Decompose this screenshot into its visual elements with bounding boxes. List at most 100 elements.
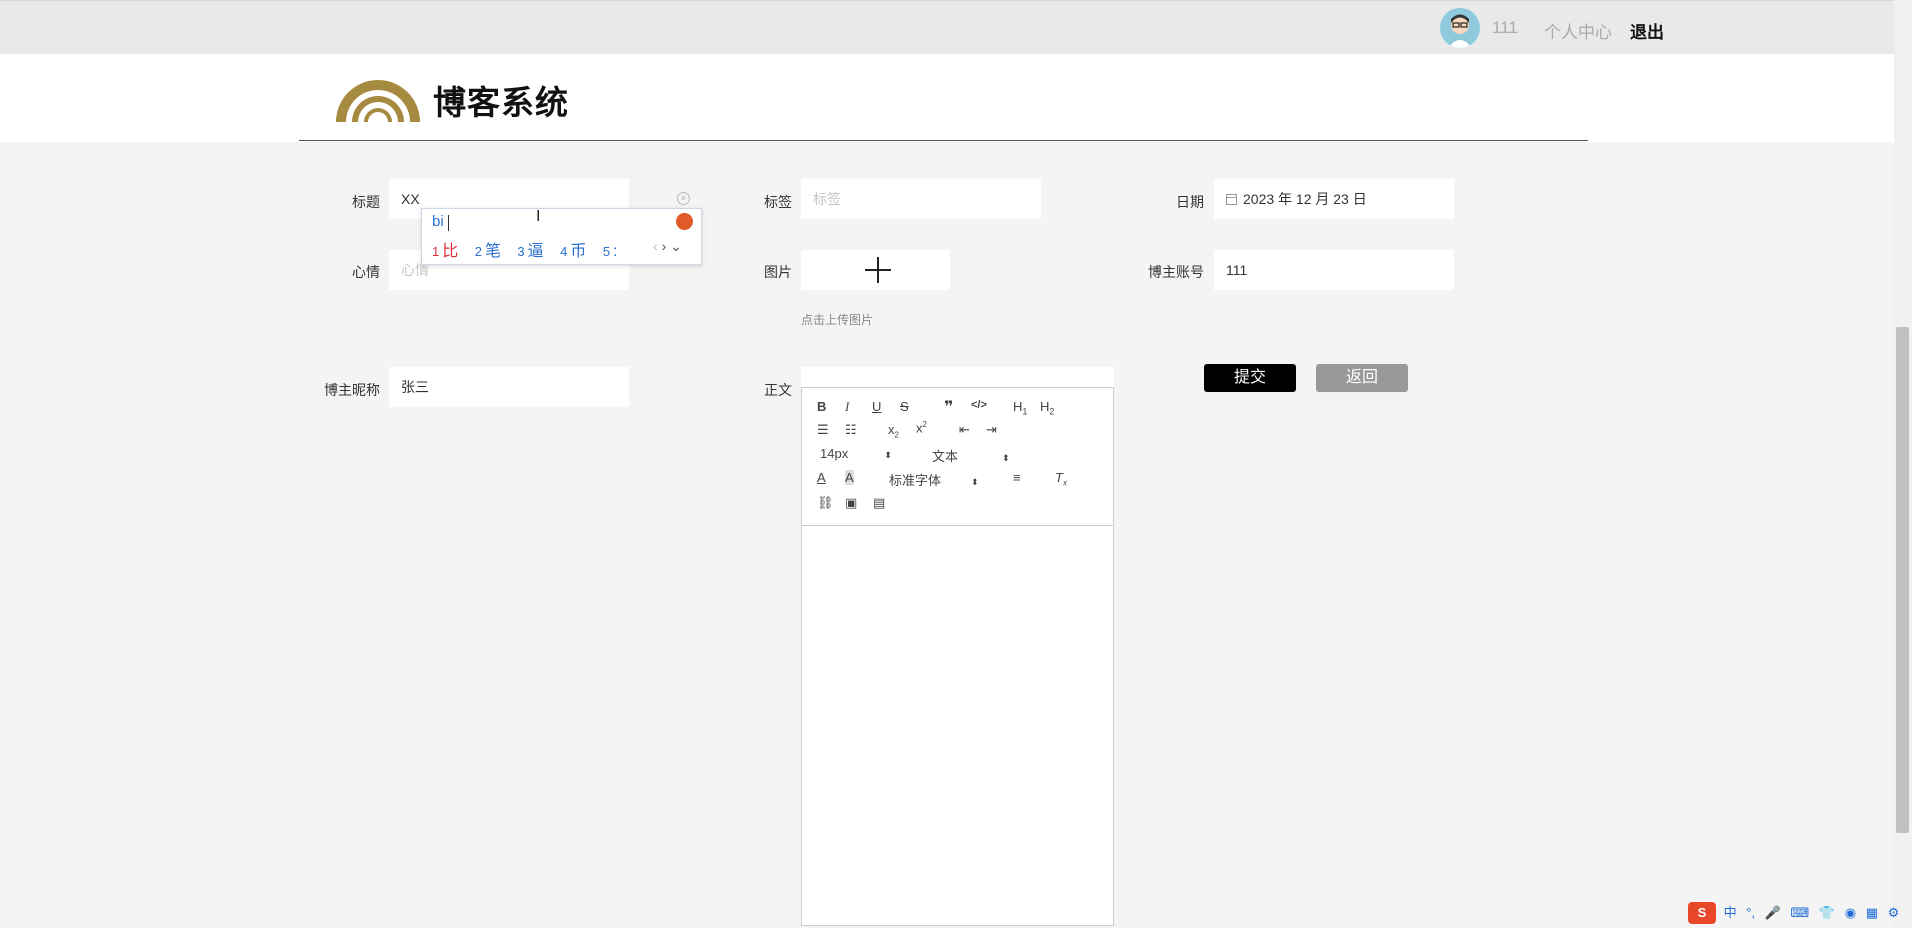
bold-icon[interactable]: B — [817, 399, 826, 414]
upload-hint: 点击上传图片 — [801, 313, 874, 327]
logout-link[interactable]: 退出 — [1630, 18, 1664, 43]
tags-placeholder: 标签 — [813, 191, 841, 207]
site-header: 博客系统 — [0, 54, 1894, 142]
title-value: XX — [401, 191, 420, 207]
nickname-input[interactable]: 张三 — [389, 367, 629, 407]
ime-candidate[interactable]: 1比 — [432, 243, 458, 260]
font-size-select[interactable]: 14px ⬍ — [820, 446, 892, 461]
account-input[interactable]: 111 — [1214, 250, 1454, 290]
ime-candidate-number: 5 — [602, 244, 611, 259]
ime-candidate-text: : — [613, 243, 618, 260]
scrollbar-thumb[interactable] — [1896, 327, 1909, 833]
ime-candidate[interactable]: 3逼 — [517, 243, 543, 260]
indent-icon[interactable]: ⇥ — [986, 422, 997, 438]
ime-candidate-text: 逼 — [527, 243, 544, 260]
mood-label: 心情 — [352, 264, 380, 280]
sogou-logo — [676, 213, 693, 230]
header-divider — [299, 140, 1588, 141]
rich-text-editor: B I U S ❞ </> H1 H2 ☰ ☷ x2 x2 ⇤ ⇥ 14px ⬍ … — [801, 387, 1114, 926]
align-icon[interactable]: ≡ — [1013, 470, 1021, 485]
code-icon[interactable]: </> — [971, 399, 987, 411]
ime-candidate-number: 3 — [517, 244, 525, 259]
title-label: 标题 — [352, 194, 380, 210]
ime-next-icon[interactable]: › — [662, 238, 667, 254]
editor-content-area[interactable] — [802, 526, 1113, 925]
tags-label: 标签 — [764, 194, 792, 210]
top-bar: 111 个人中心 退出 — [0, 0, 1894, 54]
image-label: 图片 — [764, 264, 792, 280]
background-color-icon[interactable]: A — [845, 470, 854, 485]
ime-candidate-text: 笔 — [484, 243, 501, 260]
language-toggle[interactable]: 中 — [1724, 905, 1737, 920]
microphone-icon[interactable]: 🎤 — [1765, 905, 1781, 920]
h2-icon[interactable]: H2 — [1040, 399, 1054, 417]
ordered-list-icon[interactable]: ☰ — [817, 422, 829, 438]
calendar-icon — [1226, 194, 1237, 205]
content-label: 正文 — [764, 382, 792, 398]
apps-icon[interactable]: ▦ — [1866, 905, 1878, 920]
ime-candidate-number: 4 — [560, 244, 568, 259]
italic-icon[interactable]: I — [845, 399, 849, 415]
quote-icon[interactable]: ❞ — [944, 397, 953, 417]
nickname-value: 张三 — [401, 379, 429, 395]
ime-candidate-number: 2 — [474, 244, 482, 259]
avatar[interactable] — [1440, 8, 1480, 48]
punctuation-toggle[interactable]: °, — [1746, 905, 1755, 920]
format-value: 文本 — [932, 449, 959, 464]
bullet-list-icon[interactable]: ☷ — [845, 422, 857, 438]
date-value: 2023 年 12 月 23 日 — [1243, 191, 1367, 207]
personal-center-link[interactable]: 个人中心 — [1544, 18, 1612, 43]
outdent-icon[interactable]: ⇤ — [959, 422, 970, 438]
clear-format-icon[interactable]: Tx — [1055, 470, 1067, 488]
account-label: 博主账号 — [1148, 264, 1204, 280]
link-icon[interactable]: ⛓ — [817, 495, 834, 511]
site-logo — [336, 80, 420, 122]
editor-top-strip — [801, 367, 1114, 387]
date-label: 日期 — [1176, 194, 1204, 210]
ime-candidate[interactable]: 2笔 — [475, 243, 501, 260]
settings-icon[interactable]: ⚙ — [1888, 905, 1900, 920]
ime-candidate[interactable]: 5: — [603, 243, 618, 260]
submit-button[interactable]: 提交 — [1204, 364, 1296, 392]
ime-page-nav[interactable]: ‹ › ⌄ — [653, 238, 682, 255]
ime-status-bar: S 中 °, 🎤 ⌨ 👕 ◉ ▦ ⚙ — [1688, 902, 1905, 924]
ime-candidate-window: bi 1比 2笔 3逼 4币 5: ‹ › ⌄ — [421, 208, 702, 265]
font-color-icon[interactable]: A — [817, 470, 826, 485]
clear-icon[interactable]: × — [677, 192, 690, 205]
underline-icon[interactable]: U — [872, 399, 881, 414]
superscript-icon[interactable]: x2 — [916, 420, 927, 435]
robot-icon[interactable]: ◉ — [1845, 905, 1856, 920]
font-size-value: 14px — [820, 446, 849, 461]
ime-candidate-number: 1 — [432, 244, 440, 259]
ime-candidate[interactable]: 4币 — [560, 243, 586, 260]
editor-toolbar: B I U S ❞ </> H1 H2 ☰ ☷ x2 x2 ⇤ ⇥ 14px ⬍ … — [802, 388, 1113, 526]
ime-candidate-text: 币 — [570, 243, 587, 260]
image-upload-button[interactable] — [801, 250, 950, 290]
back-button[interactable]: 返回 — [1316, 364, 1408, 392]
ime-prev-icon[interactable]: ‹ — [653, 238, 658, 254]
font-family-select[interactable]: 标准字体 ⬍ — [889, 470, 979, 489]
font-family-value: 标准字体 — [889, 473, 942, 488]
ime-pinyin: bi — [432, 213, 444, 230]
skin-icon[interactable]: 👕 — [1819, 905, 1835, 920]
ime-candidates: 1比 2笔 3逼 4币 5: — [432, 237, 630, 261]
ime-expand-icon[interactable]: ⌄ — [670, 238, 682, 254]
text-cursor-icon: I — [536, 208, 541, 225]
nickname-label: 博主昵称 — [324, 382, 380, 398]
format-select[interactable]: 文本 ⬍ — [932, 446, 1010, 465]
plus-icon-vertical — [877, 257, 879, 283]
tags-input[interactable]: 标签 — [801, 179, 1041, 219]
site-title: 博客系统 — [433, 84, 569, 121]
keyboard-icon[interactable]: ⌨ — [1791, 905, 1810, 920]
strikethrough-icon[interactable]: S — [900, 399, 909, 414]
subscript-icon[interactable]: x2 — [888, 422, 899, 440]
h1-icon[interactable]: H1 — [1013, 399, 1027, 417]
account-value: 111 — [1226, 262, 1248, 278]
username: 111 — [1492, 18, 1518, 37]
image-icon[interactable]: ▣ — [845, 495, 857, 511]
ime-caret — [448, 215, 449, 231]
video-icon[interactable]: ▤ — [873, 495, 885, 511]
ime-candidate-text: 比 — [442, 243, 459, 260]
sogou-logo[interactable]: S — [1688, 902, 1716, 924]
date-picker[interactable]: 2023 年 12 月 23 日 — [1214, 179, 1454, 219]
